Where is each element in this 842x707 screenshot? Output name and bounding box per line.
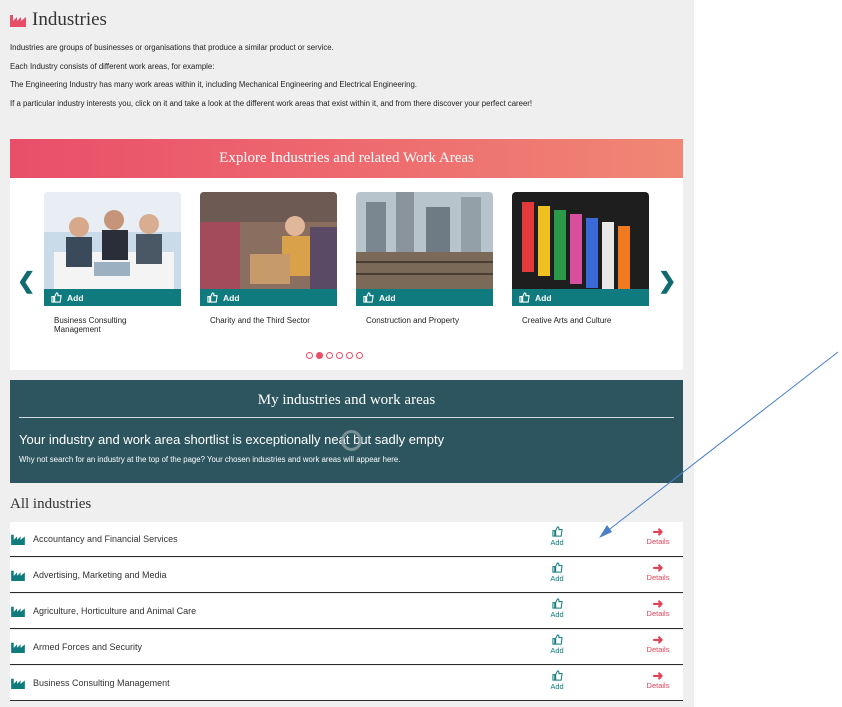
industry-name[interactable]: Accountancy and Financial Services bbox=[33, 534, 178, 544]
industry-carousel: ❮ Add Business Consulting Management Add… bbox=[10, 178, 683, 370]
add-label: Add bbox=[550, 682, 564, 691]
factory-icon bbox=[10, 15, 26, 27]
loading-spinner-icon bbox=[341, 430, 362, 451]
carousel-card[interactable]: Add Charity and the Third Sector bbox=[200, 192, 337, 326]
pagination-dot[interactable] bbox=[336, 352, 343, 359]
add-label: Add bbox=[223, 292, 240, 303]
my-panel-title: My industries and work areas bbox=[257, 392, 436, 408]
arrow-right-icon: ➜ bbox=[652, 596, 664, 611]
add-button[interactable]: Add bbox=[542, 634, 572, 655]
intro-paragraph: Industries are groups of businesses or o… bbox=[10, 43, 334, 52]
factory-icon bbox=[11, 606, 25, 617]
arrow-right-icon: ➜ bbox=[652, 524, 664, 539]
add-button[interactable]: Add bbox=[542, 670, 572, 691]
industry-row: Advertising, Marketing and Media Add ➜ D… bbox=[10, 558, 683, 593]
card-image bbox=[356, 192, 493, 289]
details-button[interactable]: ➜ Details bbox=[640, 668, 676, 690]
details-label: Details bbox=[646, 573, 670, 582]
explore-banner: Explore Industries and related Work Area… bbox=[10, 139, 683, 178]
add-button[interactable]: Add bbox=[44, 289, 181, 306]
empty-state-text: Why not search for an industry at the to… bbox=[19, 455, 401, 464]
thumbs-up-icon bbox=[363, 292, 374, 303]
thumbs-up-icon bbox=[551, 562, 563, 573]
page: Industries Industries are groups of busi… bbox=[0, 0, 842, 707]
details-button[interactable]: ➜ Details bbox=[640, 596, 676, 618]
thumbs-up-icon bbox=[551, 634, 563, 645]
details-label: Details bbox=[646, 537, 670, 546]
add-button[interactable]: Add bbox=[542, 598, 572, 619]
carousel-card[interactable]: Add Creative Arts and Culture bbox=[512, 192, 649, 326]
intro-paragraph: If a particular industry interests you, … bbox=[10, 99, 533, 109]
industry-name[interactable]: Agriculture, Horticulture and Animal Car… bbox=[33, 606, 196, 616]
factory-icon bbox=[11, 534, 25, 545]
industry-list: Accountancy and Financial Services Add ➜… bbox=[10, 522, 683, 702]
thumbs-up-icon bbox=[551, 670, 563, 681]
add-button[interactable]: Add bbox=[200, 289, 337, 306]
chevron-left-icon[interactable]: ❮ bbox=[17, 270, 35, 292]
intro-text: Industries are groups of businesses or o… bbox=[10, 42, 685, 117]
add-button[interactable]: Add bbox=[542, 526, 572, 547]
add-label: Add bbox=[67, 292, 84, 303]
add-label: Add bbox=[550, 538, 564, 547]
card-name: Construction and Property bbox=[366, 316, 459, 325]
card-image bbox=[44, 192, 181, 289]
arrow-right-icon: ➜ bbox=[652, 668, 664, 683]
intro-paragraph: The Engineering Industry has many work a… bbox=[10, 80, 417, 90]
pagination-dot-active[interactable] bbox=[316, 352, 323, 359]
thumbs-up-icon bbox=[51, 292, 62, 303]
pagination-dot[interactable] bbox=[306, 352, 313, 359]
thumbs-up-icon bbox=[519, 292, 530, 303]
intro-paragraph: Each Industry consists of different work… bbox=[10, 61, 215, 71]
factory-icon bbox=[11, 678, 25, 689]
my-industries-panel: My industries and work areas Your indust… bbox=[10, 380, 683, 483]
card-name: Business Consulting Management bbox=[54, 316, 127, 334]
carousel-pagination bbox=[306, 352, 363, 359]
all-industries-title: All industries bbox=[10, 496, 92, 512]
details-label: Details bbox=[646, 681, 670, 690]
add-label: Add bbox=[550, 646, 564, 655]
chevron-right-icon[interactable]: ❯ bbox=[658, 270, 676, 292]
add-label: Add bbox=[550, 610, 564, 619]
industry-name[interactable]: Business Consulting Management bbox=[33, 678, 170, 688]
pagination-dot[interactable] bbox=[356, 352, 363, 359]
details-button[interactable]: ➜ Details bbox=[640, 632, 676, 654]
card-image bbox=[200, 192, 337, 289]
industry-row: Accountancy and Financial Services Add ➜… bbox=[10, 522, 683, 557]
details-button[interactable]: ➜ Details bbox=[640, 560, 676, 582]
details-label: Details bbox=[646, 645, 670, 654]
factory-icon bbox=[11, 642, 25, 653]
add-button[interactable]: Add bbox=[356, 289, 493, 306]
divider bbox=[19, 417, 674, 418]
add-label: Add bbox=[550, 574, 564, 583]
add-label: Add bbox=[379, 292, 396, 303]
arrow-right-icon: ➜ bbox=[652, 632, 664, 647]
carousel-card[interactable]: Add Construction and Property bbox=[356, 192, 493, 326]
carousel-card[interactable]: Add Business Consulting Management bbox=[44, 192, 181, 334]
details-button[interactable]: ➜ Details bbox=[640, 524, 676, 546]
arrow-right-icon: ➜ bbox=[652, 560, 664, 575]
add-label: Add bbox=[535, 292, 552, 303]
industry-row: Armed Forces and Security Add ➜ Details bbox=[10, 630, 683, 665]
factory-icon bbox=[11, 570, 25, 581]
industry-row: Agriculture, Horticulture and Animal Car… bbox=[10, 594, 683, 629]
thumbs-up-icon bbox=[551, 598, 563, 609]
card-image bbox=[512, 192, 649, 289]
add-button[interactable]: Add bbox=[512, 289, 649, 306]
industry-name[interactable]: Armed Forces and Security bbox=[33, 642, 142, 652]
pagination-dot[interactable] bbox=[326, 352, 333, 359]
card-name: Creative Arts and Culture bbox=[522, 316, 612, 325]
industry-row: Business Consulting Management Add ➜ Det… bbox=[10, 666, 683, 701]
thumbs-up-icon bbox=[207, 292, 218, 303]
card-name: Charity and the Third Sector bbox=[210, 316, 310, 325]
empty-state-heading: Your industry and work area shortlist is… bbox=[19, 432, 445, 447]
industry-name[interactable]: Advertising, Marketing and Media bbox=[33, 570, 167, 580]
page-header: Industries bbox=[10, 9, 107, 31]
details-label: Details bbox=[646, 609, 670, 618]
pagination-dot[interactable] bbox=[346, 352, 353, 359]
add-button[interactable]: Add bbox=[542, 562, 572, 583]
thumbs-up-icon bbox=[551, 526, 563, 537]
page-title: Industries bbox=[32, 9, 107, 30]
